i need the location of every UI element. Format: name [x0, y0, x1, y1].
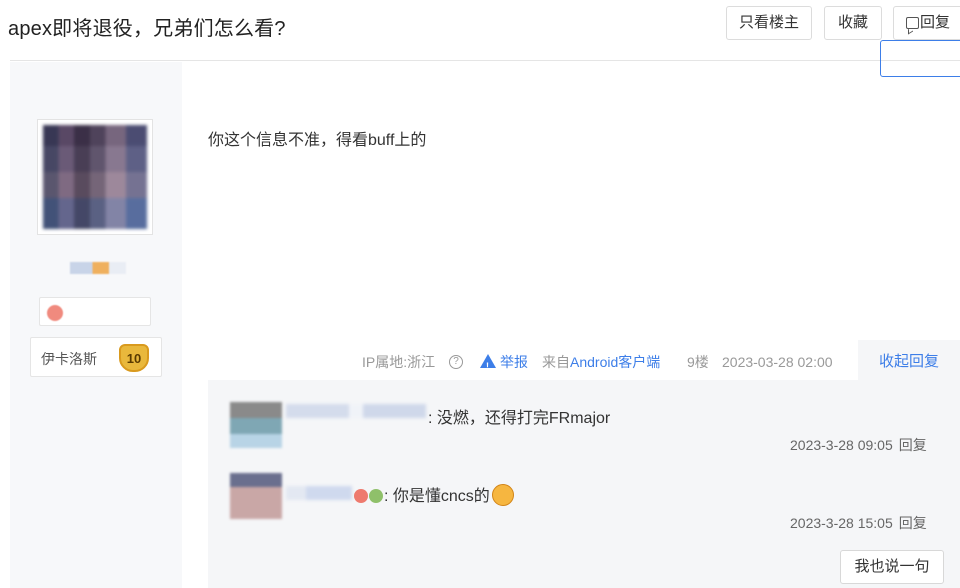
reply-username[interactable]	[286, 404, 426, 418]
report-label: 举报	[500, 354, 528, 370]
report-link[interactable]: 举报	[480, 352, 528, 376]
sick-emoji-icon	[369, 489, 383, 503]
say-something-button[interactable]: 我也说一句	[840, 550, 944, 584]
level-icon	[47, 305, 63, 321]
favorite-button[interactable]: 收藏	[824, 6, 882, 40]
reply-reply-link[interactable]: 回复	[899, 515, 927, 531]
badge-level-icon: 10	[119, 344, 149, 372]
reply-meta: 2023-3-28 09:05 回复	[790, 435, 927, 455]
reply-icon	[906, 17, 919, 29]
thread-title: apex即将退役，兄弟们怎么看?	[8, 18, 286, 40]
reply-text: : 没燃，还得打完FRmajor	[428, 410, 611, 427]
reply-time: 2023-3-28 09:05	[790, 437, 893, 453]
reply-time: 2023-3-28 15:05	[790, 515, 893, 531]
previous-post-sidebar	[10, 62, 182, 94]
avatar-image	[43, 125, 147, 229]
angry-emoji-icon	[354, 489, 368, 503]
post-divider	[10, 60, 960, 61]
author-username[interactable]	[70, 262, 126, 274]
question-icon[interactable]: ?	[449, 355, 463, 369]
author-avatar[interactable]	[37, 119, 153, 235]
warning-icon	[480, 354, 496, 376]
reply-meta: 2023-3-28 15:05 回复	[790, 513, 927, 533]
post-time: 2023-03-28 02:00	[722, 354, 833, 370]
reply-button[interactable]: 回复	[893, 6, 960, 40]
laugh-emoji-icon	[491, 484, 514, 506]
thread-header: apex即将退役，兄弟们怎么看? 只看楼主 收藏 回复	[0, 0, 960, 50]
floor-number: 9楼	[687, 354, 709, 370]
reply-list: : 没燃，还得打完FRmajor 2023-3-28 09:05 回复 : 你是懂…	[208, 380, 960, 588]
reply-text: : 你是懂cncs的	[384, 488, 490, 505]
previous-post-remnant	[0, 50, 960, 94]
reply-username[interactable]	[286, 486, 352, 500]
source-prefix: 来自	[542, 354, 570, 370]
author-level-box	[39, 297, 151, 326]
source-app-link[interactable]: Android客户端	[570, 354, 660, 370]
reply-reply-link[interactable]: 回复	[899, 437, 927, 453]
reply-button-label: 回复	[920, 14, 951, 31]
collapse-replies-button[interactable]: 收起回复	[858, 340, 960, 380]
reply-avatar[interactable]	[230, 402, 282, 448]
ip-location: IP属地:浙江	[362, 354, 436, 370]
only-op-button[interactable]: 只看楼主	[726, 6, 812, 40]
author-forum-badge[interactable]: 伊卡洛斯 10	[30, 337, 162, 377]
previous-post-button[interactable]	[880, 40, 960, 77]
reply-content: : 你是懂cncs的	[354, 482, 514, 506]
author-sidebar: 伊卡洛斯 10	[10, 94, 182, 588]
post-source: 来自Android客户端	[542, 352, 660, 372]
badge-name: 伊卡洛斯	[41, 352, 97, 368]
reply-avatar[interactable]	[230, 473, 282, 519]
post-content: 你这个信息不准，得看buff上的	[208, 132, 427, 149]
